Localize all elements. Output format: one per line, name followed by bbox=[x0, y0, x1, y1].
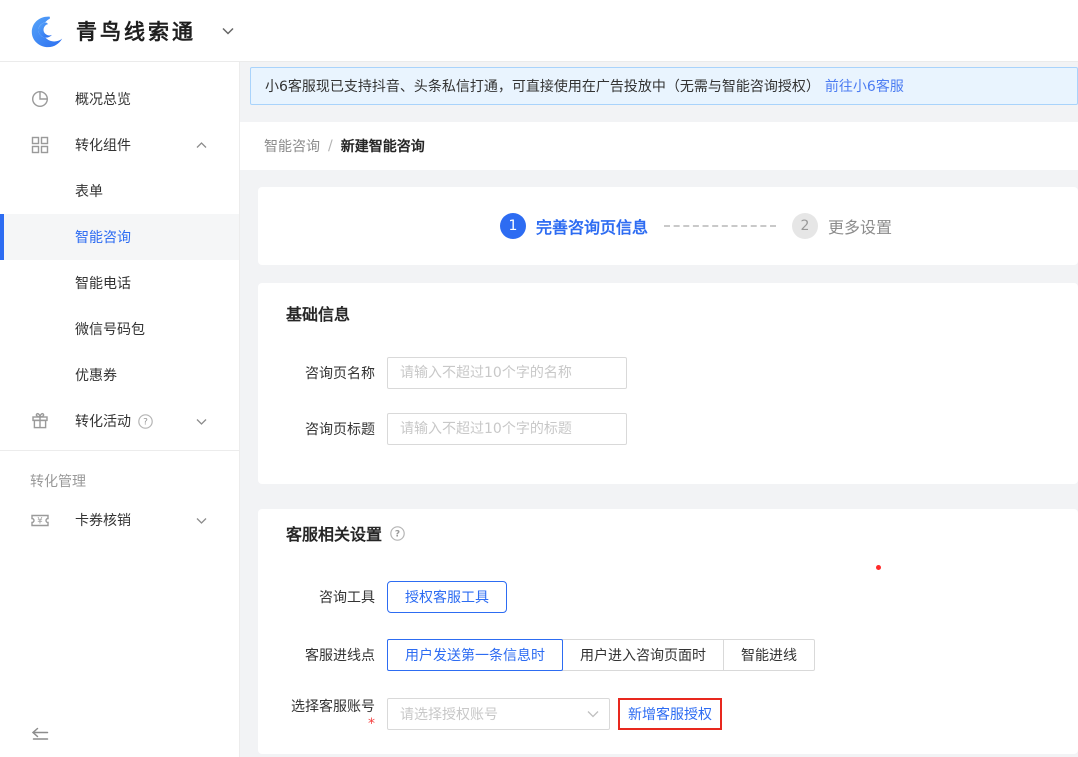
step-connector bbox=[664, 225, 776, 227]
consult-page-title-label: 咨询页标题 bbox=[286, 419, 375, 439]
annotation-red-dot bbox=[876, 565, 881, 570]
brand-chevron-down-icon[interactable] bbox=[222, 27, 234, 35]
entry-option-enter-page[interactable]: 用户进入咨询页面时 bbox=[562, 639, 724, 671]
sidebar-item-label: 智能咨询 bbox=[75, 227, 131, 247]
stepper-card: 1 完善咨询页信息 2 更多设置 bbox=[258, 187, 1078, 265]
authorize-service-tool-button[interactable]: 授权客服工具 bbox=[387, 581, 507, 613]
sidebar-item-smart-consultation[interactable]: 智能咨询 bbox=[0, 214, 239, 260]
ticket-icon: ¥ bbox=[30, 510, 50, 530]
sidebar-item-label: 概况总览 bbox=[75, 89, 131, 109]
help-circle-icon[interactable]: ? bbox=[390, 526, 405, 541]
entry-point-row: 客服进线点 用户发送第一条信息时 用户进入咨询页面时 智能进线 bbox=[286, 639, 1078, 671]
add-service-auth-link[interactable]: 新增客服授权 bbox=[628, 704, 712, 724]
annotation-red-box: 新增客服授权 bbox=[618, 698, 722, 730]
consult-tool-label: 咨询工具 bbox=[286, 587, 375, 607]
chevron-up-icon bbox=[196, 142, 207, 149]
sidebar-item-label: 智能电话 bbox=[75, 273, 131, 293]
select-chevron-down-icon bbox=[587, 710, 599, 718]
main-content: 小6客服现已支持抖音、头条私信打通，可直接使用在广告投放中（无需与智能咨询授权）… bbox=[240, 62, 1078, 757]
brand-logo-icon bbox=[28, 12, 66, 50]
sidebar-collapse-icon[interactable] bbox=[30, 727, 49, 743]
entry-option-smart-entry[interactable]: 智能进线 bbox=[723, 639, 815, 671]
svg-text:¥: ¥ bbox=[37, 517, 43, 527]
step-2-number: 2 bbox=[792, 213, 818, 239]
app-window: 青鸟线索通 概况总览 转化组件 表单 智能咨询 bbox=[0, 0, 1078, 757]
sidebar-item-label: 转化活动 bbox=[75, 411, 131, 431]
sidebar-item-coupon[interactable]: 优惠券 bbox=[0, 352, 239, 398]
entry-point-label: 客服进线点 bbox=[286, 645, 375, 665]
step-1: 1 完善咨询页信息 bbox=[500, 213, 648, 239]
basic-info-title: 基础信息 bbox=[286, 301, 1078, 325]
step-1-label: 完善咨询页信息 bbox=[536, 214, 648, 238]
consult-page-name-label: 咨询页名称 bbox=[286, 363, 375, 383]
service-settings-title: 客服相关设置 ? bbox=[286, 521, 1078, 545]
grid-icon bbox=[30, 135, 50, 155]
sidebar-item-conversion-activity[interactable]: 转化活动 ? bbox=[0, 398, 239, 444]
service-account-label: 选择客服账号* bbox=[286, 696, 375, 732]
consult-page-name-row: 咨询页名称 bbox=[286, 357, 1078, 389]
chevron-down-icon bbox=[196, 418, 207, 425]
entry-point-segmented-group: 用户发送第一条信息时 用户进入咨询页面时 智能进线 bbox=[387, 639, 815, 671]
breadcrumb: 智能咨询 / 新建智能咨询 bbox=[240, 122, 1078, 170]
breadcrumb-separator: / bbox=[328, 138, 333, 154]
basic-info-card: 基础信息 咨询页名称 咨询页标题 bbox=[258, 283, 1078, 484]
service-settings-card: 客服相关设置 ? 咨询工具 授权客服工具 客服进线点 用户发送第一条信息时 用户… bbox=[258, 509, 1078, 754]
service-settings-title-text: 客服相关设置 bbox=[286, 521, 382, 545]
sidebar-item-voucher-redemption[interactable]: ¥ 卡券核销 bbox=[0, 497, 239, 543]
chevron-down-icon bbox=[196, 517, 207, 524]
sidebar: 概况总览 转化组件 表单 智能咨询 智能电话 微信号码包 优惠券 bbox=[0, 62, 240, 757]
brand-title: 青鸟线索通 bbox=[76, 16, 196, 46]
svg-text:?: ? bbox=[395, 529, 400, 539]
notice-text: 小6客服现已支持抖音、头条私信打通，可直接使用在广告投放中（无需与智能咨询授权） bbox=[265, 76, 820, 96]
top-bar: 青鸟线索通 bbox=[0, 0, 1078, 62]
step-1-number: 1 bbox=[500, 213, 526, 239]
gift-icon bbox=[30, 411, 50, 431]
svg-text:?: ? bbox=[143, 417, 148, 427]
sidebar-section-conversion-management: 转化管理 bbox=[0, 451, 239, 497]
required-asterisk: * bbox=[368, 716, 375, 732]
consult-page-title-row: 咨询页标题 bbox=[286, 413, 1078, 445]
sidebar-item-label: 转化组件 bbox=[75, 135, 131, 155]
notice-banner: 小6客服现已支持抖音、头条私信打通，可直接使用在广告投放中（无需与智能咨询授权）… bbox=[250, 67, 1078, 105]
consult-page-name-input[interactable] bbox=[387, 357, 627, 389]
step-2-label: 更多设置 bbox=[828, 214, 892, 238]
consult-tool-row: 咨询工具 授权客服工具 bbox=[286, 581, 1078, 613]
sidebar-item-label: 微信号码包 bbox=[75, 319, 145, 339]
sidebar-item-smart-phone[interactable]: 智能电话 bbox=[0, 260, 239, 306]
breadcrumb-parent[interactable]: 智能咨询 bbox=[264, 136, 320, 156]
consult-page-title-input[interactable] bbox=[387, 413, 627, 445]
goto-xiao6-service-link[interactable]: 前往小6客服 bbox=[825, 76, 904, 96]
sidebar-item-overview[interactable]: 概况总览 bbox=[0, 76, 239, 122]
select-placeholder: 请选择授权账号 bbox=[400, 704, 498, 724]
sidebar-item-label: 优惠券 bbox=[75, 365, 117, 385]
sidebar-item-form[interactable]: 表单 bbox=[0, 168, 239, 214]
sidebar-item-wechat-number-pack[interactable]: 微信号码包 bbox=[0, 306, 239, 352]
sidebar-item-label: 表单 bbox=[75, 181, 103, 201]
help-circle-icon[interactable]: ? bbox=[138, 414, 153, 429]
sidebar-item-label: 卡券核销 bbox=[75, 510, 131, 530]
service-account-row: 选择客服账号* 请选择授权账号 新增客服授权 bbox=[286, 696, 1078, 732]
step-2: 2 更多设置 bbox=[792, 213, 892, 239]
entry-option-first-message[interactable]: 用户发送第一条信息时 bbox=[387, 639, 563, 671]
sidebar-item-conversion-components[interactable]: 转化组件 bbox=[0, 122, 239, 168]
pie-chart-icon bbox=[30, 89, 50, 109]
breadcrumb-current: 新建智能咨询 bbox=[341, 136, 425, 156]
service-account-select[interactable]: 请选择授权账号 bbox=[387, 698, 610, 730]
